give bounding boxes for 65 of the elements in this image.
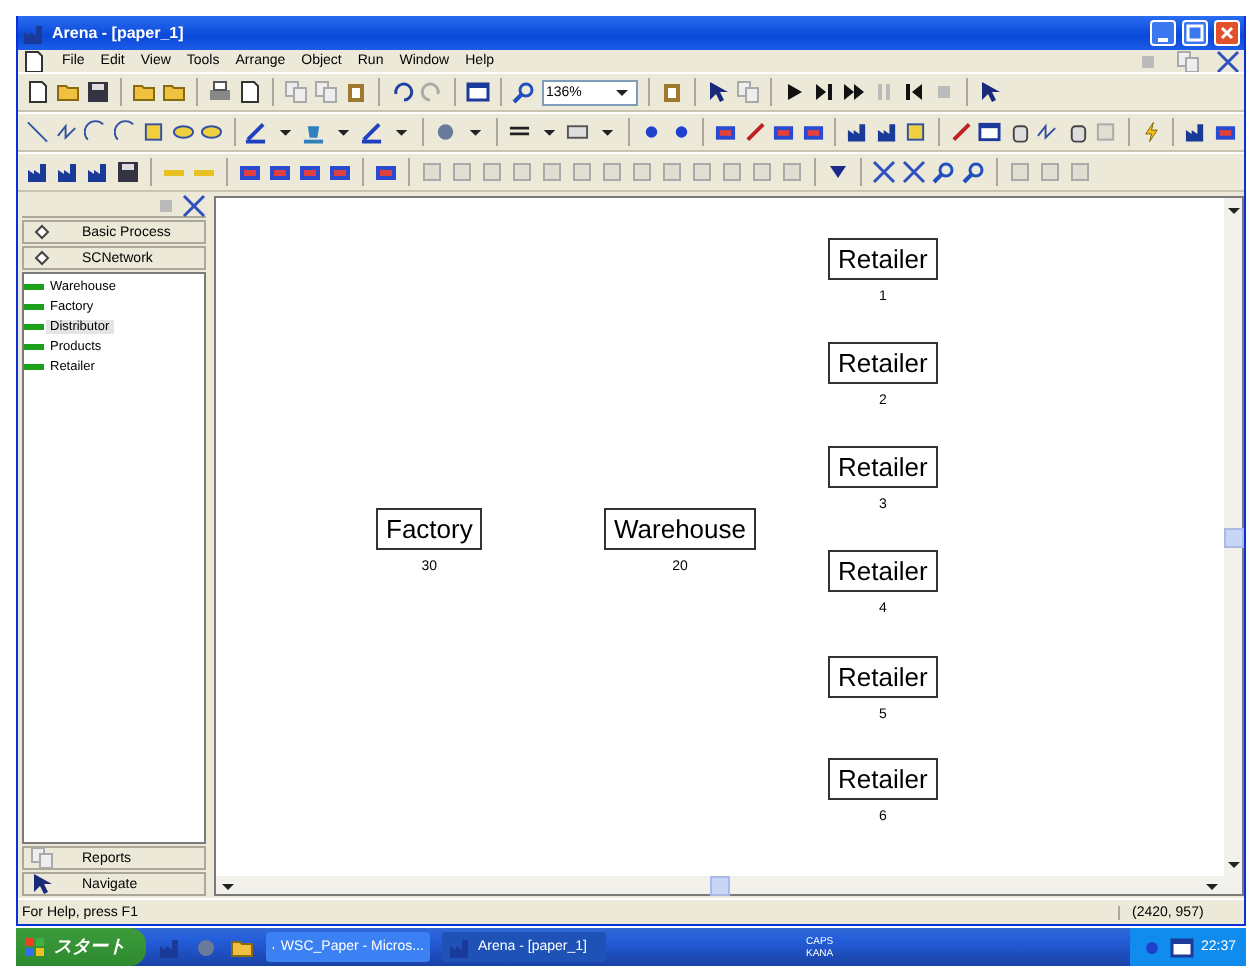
flag-icon[interactable] (24, 935, 48, 959)
rectangle-icon[interactable] (566, 120, 590, 144)
hand-icon[interactable] (1007, 120, 1031, 144)
printer-icon[interactable] (208, 80, 232, 104)
fast-forward-icon[interactable] (842, 80, 866, 104)
module-block[interactable]: Retailer (828, 446, 938, 488)
step-icon[interactable] (812, 80, 836, 104)
window-icon[interactable] (978, 120, 1002, 144)
rewind-icon[interactable] (902, 80, 926, 104)
window-icon[interactable] (466, 80, 490, 104)
factory-icon[interactable] (846, 120, 870, 144)
folder-icon[interactable] (230, 935, 254, 959)
factory-icon (22, 21, 46, 45)
search-icon[interactable] (932, 160, 956, 184)
hand-icon[interactable] (1065, 120, 1089, 144)
window-title: Arena - [paper_1] (52, 24, 186, 42)
factory-icon[interactable] (56, 160, 80, 184)
polyline-icon[interactable] (55, 120, 78, 144)
pointer-icon (30, 872, 54, 896)
square-icon[interactable] (904, 120, 928, 144)
factory-icon[interactable] (1184, 120, 1208, 144)
copy-icon[interactable] (1176, 49, 1200, 73)
line-icon[interactable] (26, 120, 49, 144)
start-button[interactable]: スタート (16, 928, 146, 966)
module-block[interactable]: Retailer (828, 758, 938, 800)
folder-icon[interactable] (162, 80, 186, 104)
arc-icon[interactable] (113, 120, 136, 144)
folder-icon[interactable] (56, 80, 80, 104)
expand-icon[interactable] (1216, 49, 1240, 73)
module-block[interactable]: Retailer (828, 656, 938, 698)
lightning-icon[interactable] (1139, 120, 1163, 144)
module-block[interactable]: Warehouse (604, 508, 756, 550)
undo-icon[interactable] (390, 80, 414, 104)
expand-icon[interactable] (182, 194, 206, 218)
module-block[interactable]: Retailer (828, 238, 938, 280)
pen-icon[interactable] (360, 120, 384, 144)
module-block[interactable]: Retailer (828, 342, 938, 384)
pointer-icon[interactable] (978, 80, 1002, 104)
module-block[interactable]: Factory (376, 508, 483, 550)
pencil-icon[interactable] (949, 120, 973, 144)
expand-icon[interactable] (902, 160, 926, 184)
expand-icon[interactable] (872, 160, 896, 184)
ellipse-icon[interactable] (200, 120, 223, 144)
ball-icon[interactable] (434, 120, 458, 144)
scroll-thumb[interactable] (1223, 527, 1243, 547)
search-icon[interactable] (512, 80, 536, 104)
clipboard-icon[interactable] (344, 80, 368, 104)
clipboard-icon[interactable] (660, 80, 684, 104)
ellipse-icon[interactable] (171, 120, 194, 144)
factory-icon[interactable] (875, 120, 899, 144)
search-icon[interactable] (962, 160, 986, 184)
folder-icon[interactable] (132, 80, 156, 104)
pointer-icon[interactable] (706, 80, 730, 104)
factory-icon[interactable] (86, 160, 110, 184)
pen-icon[interactable] (244, 120, 268, 144)
scroll-thumb[interactable] (710, 875, 730, 895)
copy-icon (30, 846, 54, 870)
factory-icon[interactable] (26, 160, 50, 184)
play-icon[interactable] (782, 80, 806, 104)
module-block[interactable]: Retailer (828, 550, 938, 592)
window-icon[interactable] (1170, 935, 1195, 959)
square-icon[interactable] (142, 120, 165, 144)
arc-icon[interactable] (84, 120, 107, 144)
polyline-icon[interactable] (1036, 120, 1060, 144)
pencil-icon[interactable] (743, 120, 767, 144)
